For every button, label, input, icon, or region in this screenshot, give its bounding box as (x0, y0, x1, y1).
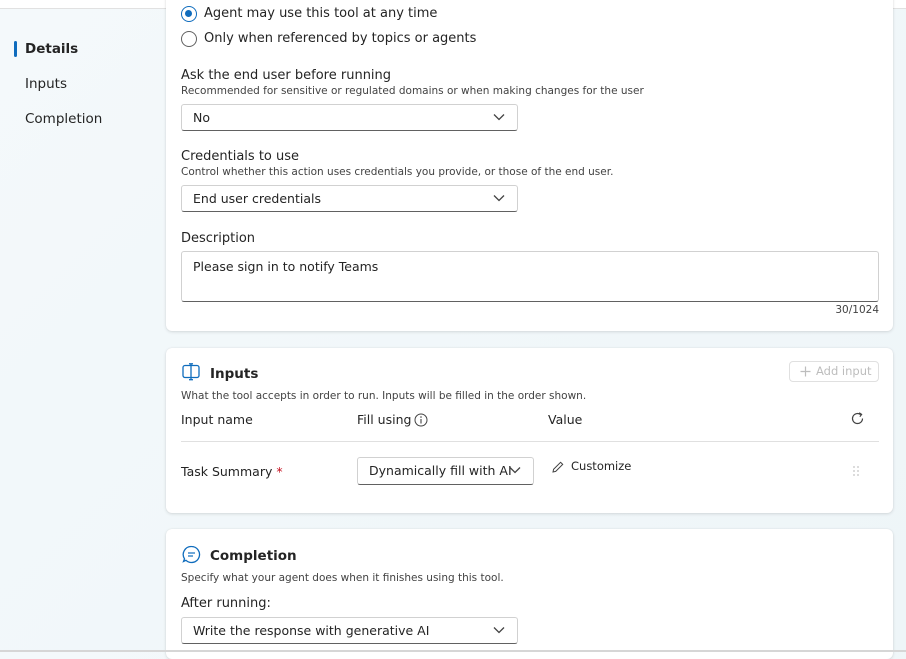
after-running-value: Write the response with generative AI (193, 623, 430, 638)
ask-user-help: Recommended for sensitive or regulated d… (181, 85, 644, 97)
details-card: Agent may use this tool at any time Only… (166, 0, 893, 331)
fill-using-value: Dynamically fill with AI (369, 463, 512, 478)
description-counter: 30/1024 (835, 304, 879, 316)
radio-when-referenced[interactable] (181, 31, 197, 47)
chat-bubble-icon (182, 545, 201, 564)
drag-handle-icon[interactable] (852, 465, 860, 477)
inputs-card: Inputs Add input What the tool accepts i… (166, 348, 893, 513)
column-input-name: Input name (181, 412, 253, 427)
ask-user-dropdown[interactable]: No (181, 104, 518, 131)
column-value: Value (548, 412, 583, 427)
after-running-dropdown[interactable]: Write the response with generative AI (181, 617, 518, 644)
nav-item-inputs[interactable]: Inputs (0, 71, 150, 106)
table-header-divider (181, 441, 879, 442)
credentials-label: Credentials to use (181, 149, 300, 164)
description-label: Description (181, 231, 256, 246)
radio-any-time-label: Agent may use this tool at any time (204, 6, 438, 21)
inputs-icon (182, 363, 200, 381)
chevron-down-icon (509, 467, 521, 474)
column-fill-using: Fill using (357, 412, 412, 427)
radio-any-time[interactable] (181, 6, 197, 22)
nav-item-completion[interactable]: Completion (0, 106, 150, 141)
add-input-label: Add input (816, 364, 872, 378)
add-input-button[interactable]: Add input (789, 361, 879, 382)
add-icon (800, 366, 811, 377)
fill-using-dropdown[interactable]: Dynamically fill with AI (357, 457, 534, 485)
refresh-icon[interactable] (850, 411, 865, 426)
ask-user-value: No (193, 110, 210, 125)
description-value: Please sign in to notify Teams (193, 259, 379, 274)
inputs-subtitle: What the tool accepts in order to run. I… (181, 390, 587, 402)
completion-card: Completion Specify what your agent does … (166, 529, 893, 659)
chevron-down-icon (493, 195, 505, 202)
chevron-down-icon (493, 627, 505, 634)
after-running-label: After running: (181, 596, 271, 611)
description-input[interactable]: Please sign in to notify Teams (181, 251, 879, 302)
ask-user-label: Ask the end user before running (181, 68, 392, 83)
credentials-dropdown[interactable]: End user credentials (181, 185, 518, 212)
radio-when-referenced-label: Only when referenced by topics or agents (204, 31, 477, 46)
input-row-name: Task Summary * (181, 464, 283, 479)
customize-label: Customize (571, 459, 632, 473)
credentials-value: End user credentials (193, 191, 321, 206)
required-mark: * (276, 464, 283, 479)
section-nav: Details Inputs Completion (0, 36, 150, 141)
nav-item-details[interactable]: Details (0, 36, 150, 71)
inputs-title: Inputs (210, 366, 259, 382)
credentials-help: Control whether this action uses credent… (181, 166, 614, 178)
pencil-icon (552, 461, 564, 473)
completion-title: Completion (210, 548, 297, 564)
input-name-task-summary: Task Summary (181, 464, 273, 479)
info-icon[interactable] (414, 413, 428, 427)
completion-subtitle: Specify what your agent does when it fin… (181, 572, 504, 584)
chevron-down-icon (493, 114, 505, 121)
